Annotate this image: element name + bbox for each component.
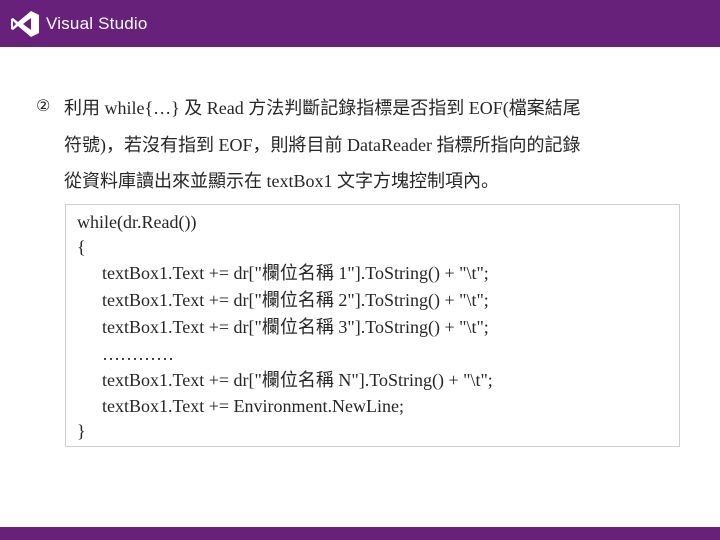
code-line: ………… — [102, 344, 174, 364]
code-line: while(dr.Read()) — [77, 212, 197, 232]
brand-name: Visual Studio — [46, 14, 148, 33]
code-line: textBox1.Text += Environment.NewLine; — [102, 396, 404, 416]
footer-bar — [0, 527, 720, 540]
code-line: textBox1.Text += dr["欄位名稱 N"].ToString()… — [102, 370, 493, 390]
code-line: } — [77, 421, 86, 441]
visual-studio-logo-icon — [11, 11, 39, 37]
code-line: { — [77, 237, 86, 257]
brand-logo: Visual Studio — [10, 10, 148, 38]
code-line: textBox1.Text += dr["欄位名稱 2"].ToString()… — [102, 290, 489, 310]
paragraph-line: 符號)，若沒有指到 EOF，則將目前 DataReader 指標所指向的記錄 — [64, 135, 581, 155]
paragraph-line: 利用 while{…} 及 Read 方法判斷記錄指標是否指到 EOF(檔案結尾 — [64, 98, 581, 118]
paragraph-line: 從資料庫讀出來並顯示在 textBox1 文字方塊控制項內。 — [64, 171, 499, 191]
code-block: while(dr.Read()) { textBox1.Text += dr["… — [65, 204, 680, 447]
code-line: textBox1.Text += dr["欄位名稱 1"].ToString()… — [102, 263, 489, 283]
header-bar: Visual Studio — [0, 0, 720, 47]
code-line: textBox1.Text += dr["欄位名稱 3"].ToString()… — [102, 317, 489, 337]
bullet-marker: ② — [36, 96, 51, 115]
